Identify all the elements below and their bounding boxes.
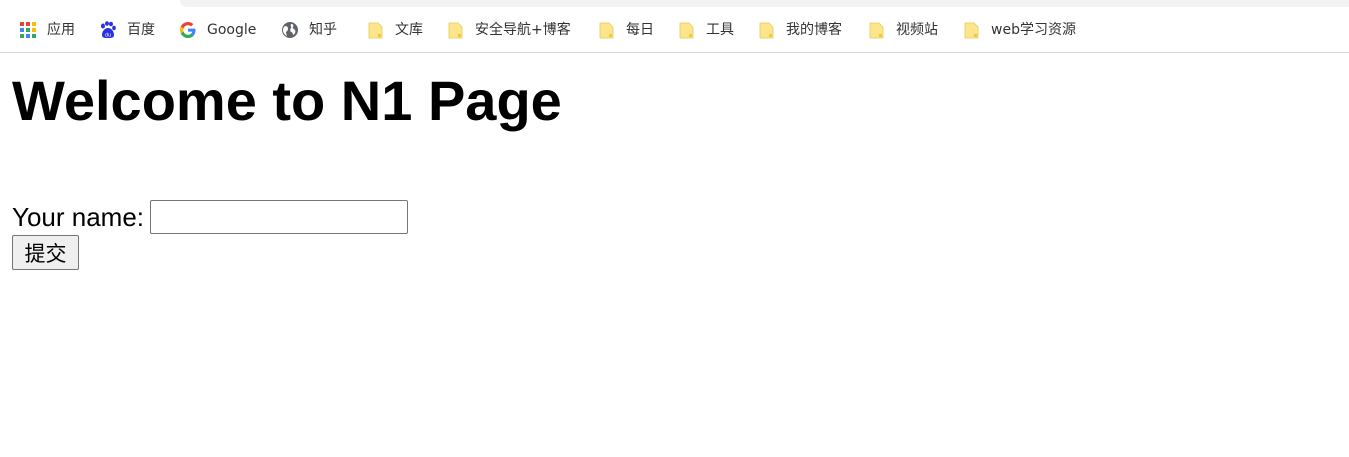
bookmark-folder-web-learning[interactable]: web学习资源 (963, 18, 1084, 42)
folder-icon (598, 21, 616, 39)
bookmark-baidu[interactable]: du 百度 (99, 18, 163, 42)
bookmark-label: 工具 (706, 22, 734, 38)
omnibox-edge (180, 0, 1349, 7)
bookmark-folder-my-blog[interactable]: 我的博客 (758, 18, 850, 42)
bookmark-label: Google (207, 22, 257, 38)
name-form-row: Your name: (12, 200, 409, 234)
page-title: Welcome to N1 Page (12, 69, 562, 132)
folder-icon (868, 21, 886, 39)
submit-button[interactable]: 提交 (12, 235, 79, 270)
bookmark-folder-video[interactable]: 视频站 (868, 18, 946, 42)
folder-icon (678, 21, 696, 39)
bookmark-folder-wenku[interactable]: 文库 (367, 18, 431, 42)
baidu-paw-icon: du (99, 21, 117, 39)
folder-icon (963, 21, 981, 39)
folder-icon (367, 21, 385, 39)
folder-icon (447, 21, 465, 39)
bookmark-label: 文库 (395, 22, 423, 38)
bookmark-label: web学习资源 (991, 22, 1076, 38)
bookmark-zhihu[interactable]: 知乎 (281, 18, 345, 42)
bookmark-label: 应用 (47, 22, 75, 38)
bookmark-label: 视频站 (896, 22, 938, 38)
bookmark-folder-tools[interactable]: 工具 (678, 18, 742, 42)
name-label: Your name: (12, 201, 145, 232)
bookmark-label: 知乎 (309, 22, 337, 38)
bookmark-label: 每日 (626, 22, 654, 38)
bookmark-folder-daily[interactable]: 每日 (598, 18, 662, 42)
google-g-icon (179, 21, 197, 39)
bookmark-label: 百度 (127, 22, 155, 38)
bookmark-apps[interactable]: 应用 (19, 18, 83, 42)
bookmark-label: 安全导航+博客 (475, 22, 571, 38)
bookmarks-bar: 应用 du 百度 Google 知乎 文库 安全导航+博客 每日 工具 我的博客… (0, 0, 1349, 53)
bookmark-folder-security[interactable]: 安全导航+博客 (447, 18, 579, 42)
folder-icon (758, 21, 776, 39)
name-input[interactable] (150, 200, 409, 234)
bookmark-google[interactable]: Google (179, 18, 264, 42)
globe-icon (281, 21, 299, 39)
svg-text:du: du (105, 33, 111, 39)
bookmark-label: 我的博客 (786, 22, 842, 38)
apps-grid-icon (19, 21, 37, 39)
